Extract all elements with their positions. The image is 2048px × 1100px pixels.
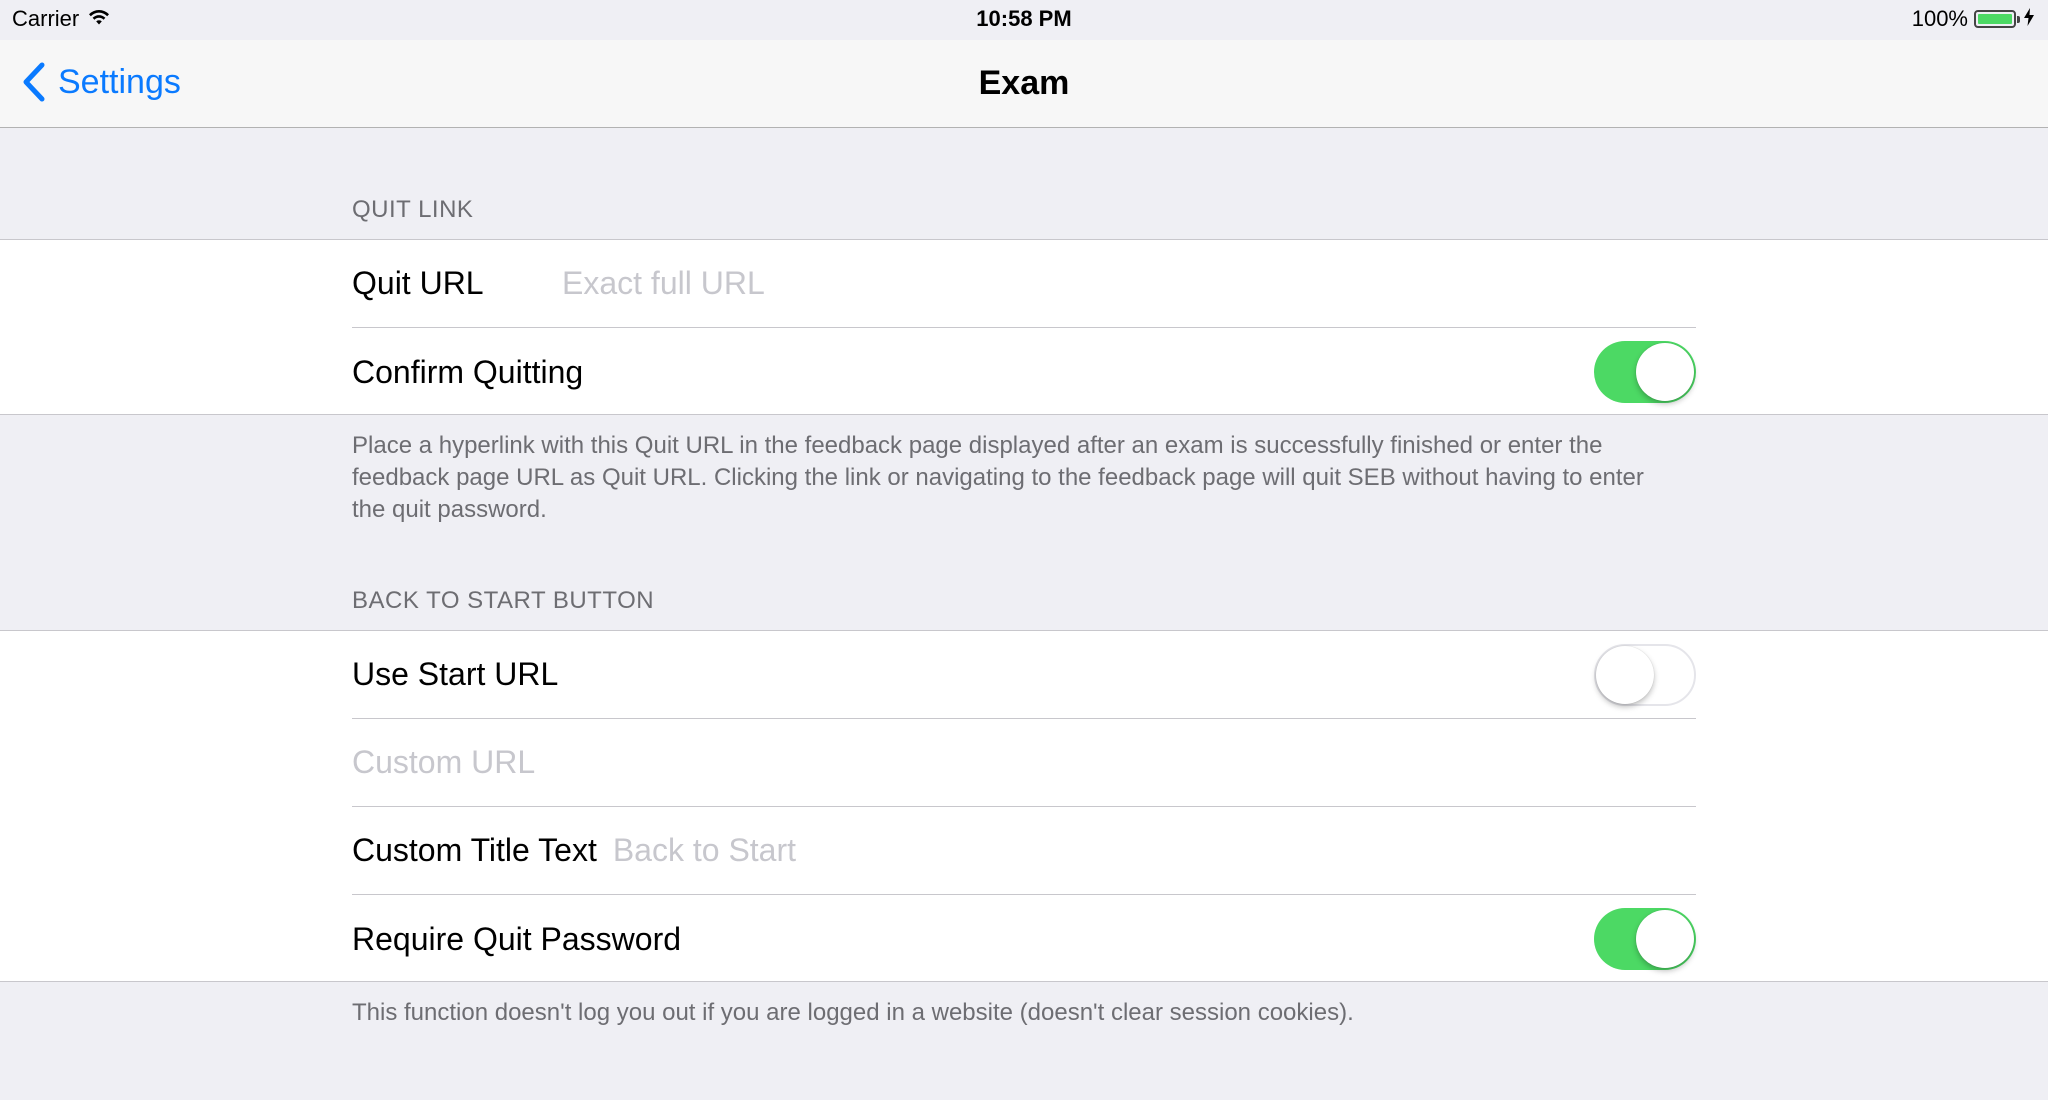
clock-time: 10:58 PM	[976, 6, 1072, 31]
require-quit-password-label: Require Quit Password	[352, 920, 682, 957]
battery-icon	[1974, 10, 2020, 28]
quit-link-group: Quit URL Confirm Quitting	[0, 239, 2048, 415]
back-to-start-group: Use Start URL Custom Title Text Require …	[0, 630, 2048, 982]
quit-url-row[interactable]: Quit URL	[352, 240, 1696, 328]
custom-url-input[interactable]	[352, 744, 1696, 781]
charging-icon	[2024, 7, 2034, 31]
use-start-url-toggle[interactable]	[1594, 643, 1696, 706]
custom-title-row[interactable]: Custom Title Text	[352, 807, 1696, 895]
require-quit-password-toggle[interactable]	[1594, 908, 1696, 970]
quit-url-label: Quit URL	[352, 265, 484, 301]
confirm-quitting-row: Confirm Quitting	[352, 328, 1696, 416]
quit-link-footer: Place a hyperlink with this Quit URL in …	[352, 432, 1644, 523]
use-start-url-row: Use Start URL	[352, 631, 1696, 719]
custom-url-row[interactable]	[352, 719, 1696, 807]
status-bar: Carrier 10:58 PM 100%	[0, 0, 2048, 40]
toggle-knob	[1636, 910, 1694, 968]
toggle-knob	[1636, 343, 1694, 401]
page-title: Exam	[978, 64, 1070, 102]
require-quit-password-row: Require Quit Password	[352, 895, 1696, 983]
section-header-back-to-start: BACK TO START BUTTON	[352, 587, 655, 614]
quit-url-input[interactable]	[562, 265, 1696, 302]
confirm-quitting-label: Confirm Quitting	[352, 353, 584, 390]
toggle-knob	[1596, 645, 1654, 704]
use-start-url-label: Use Start URL	[352, 656, 559, 692]
battery-info: 100%	[1912, 6, 2034, 32]
custom-title-label: Custom Title Text	[352, 832, 597, 868]
back-to-start-footer: This function doesn't log you out if you…	[352, 999, 1354, 1026]
battery-percent: 100%	[1911, 6, 1968, 31]
confirm-quitting-toggle[interactable]	[1594, 341, 1696, 403]
custom-title-input[interactable]	[612, 832, 1696, 869]
settings-screen: Carrier 10:58 PM 100% Settings Exam QUIT…	[0, 0, 2048, 1100]
section-header-quit-link: QUIT LINK	[352, 196, 474, 223]
navigation-bar: Settings Exam	[0, 40, 2048, 128]
